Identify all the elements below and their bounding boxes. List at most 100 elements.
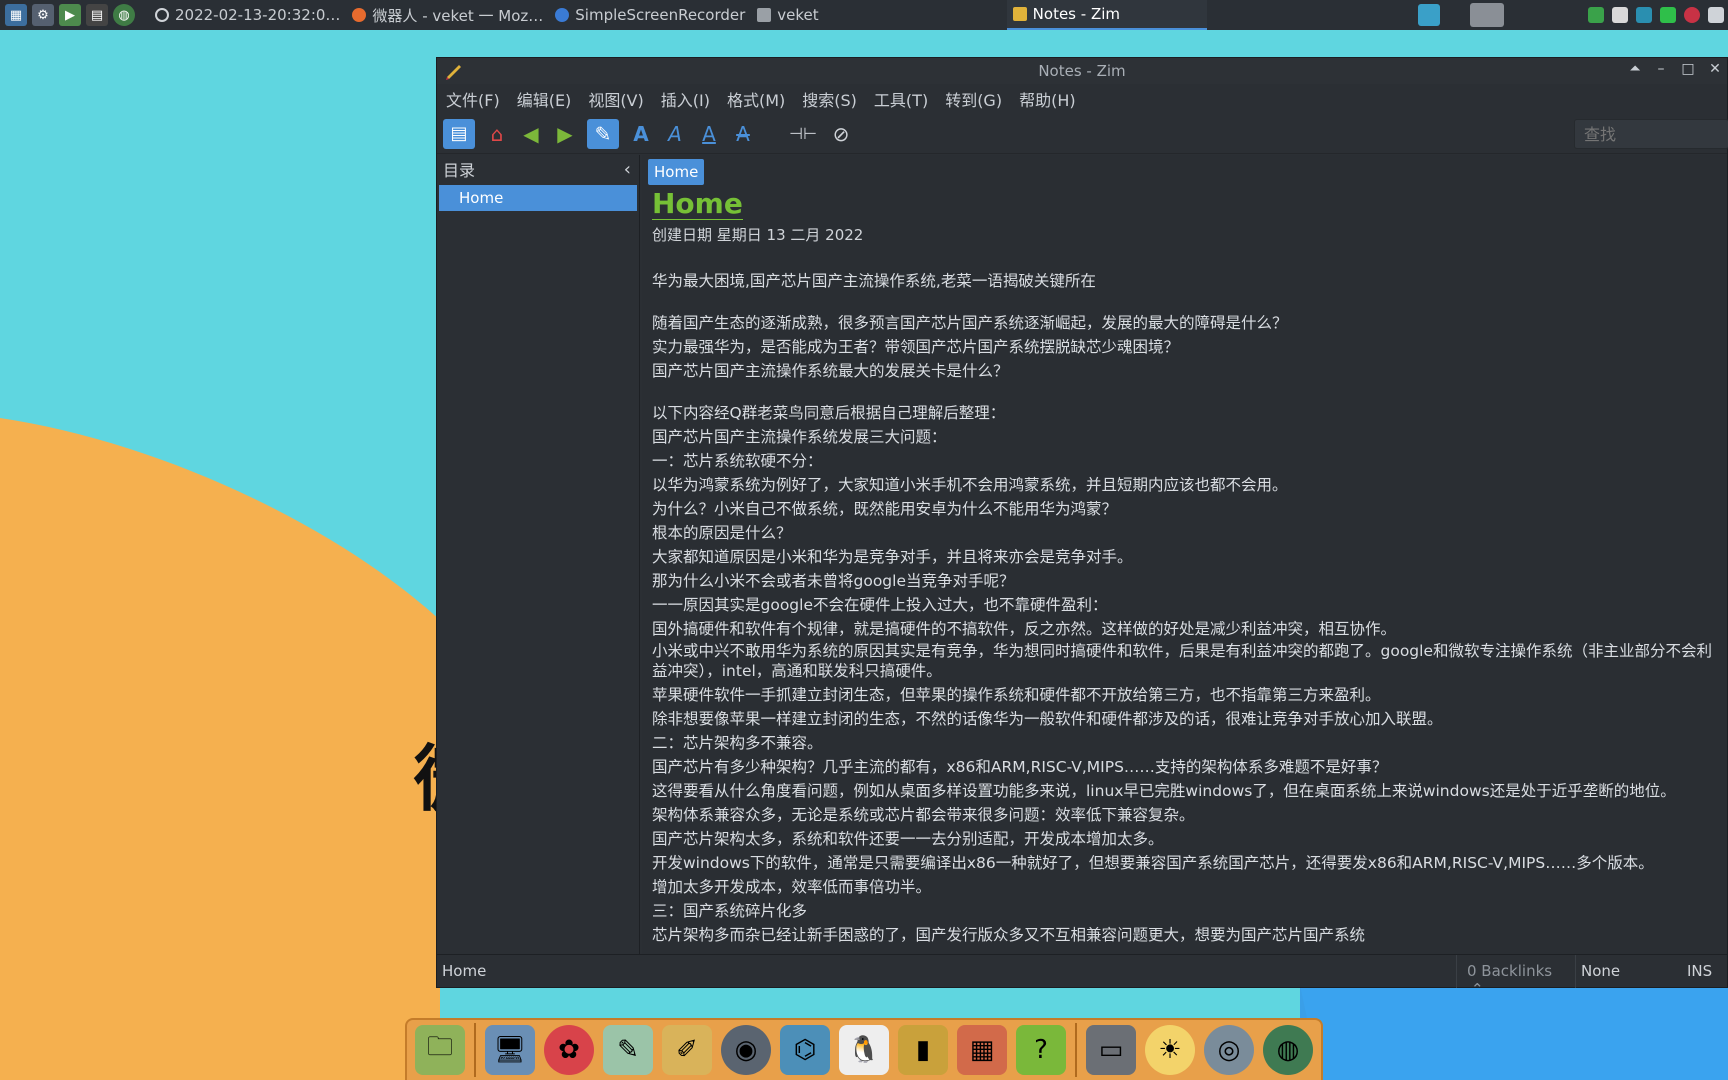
text-line: 增加太多开发成本，效率低而事倍功半。: [652, 878, 932, 896]
collapse-pane-icon[interactable]: ‹: [624, 159, 631, 180]
window-minimize-button[interactable]: –: [1651, 61, 1671, 77]
firefox-icon: [352, 8, 367, 22]
text-line: 大家都知道原因是小米和华为是竞争对手，并且将来亦会是竞争对手。: [652, 548, 1133, 566]
backlinks-button[interactable]: 0 Backlinks ⌃: [1456, 955, 1576, 998]
highlight-icon[interactable]: A: [693, 119, 725, 149]
task-recording[interactable]: 2022-02-13-20:32:0…: [149, 0, 346, 30]
text-line: 根本的原因是什么？: [652, 524, 792, 542]
battery-icon[interactable]: [1660, 7, 1676, 23]
italic-icon[interactable]: A: [659, 119, 691, 149]
book-icon[interactable]: ▮: [898, 1025, 948, 1075]
strikethrough-icon[interactable]: A: [727, 119, 759, 149]
zim-icon: [1012, 7, 1027, 21]
page-body[interactable]: Home 创建日期 星期日 13 二月 2022 华为最大困境,国产芯片国产主流…: [652, 189, 1723, 955]
recording-icon: [155, 8, 169, 22]
menu-file[interactable]: 文件(F): [446, 87, 500, 111]
window-titlebar[interactable]: Notes - Zim ⏶ – □ ✕: [437, 58, 1727, 84]
bold-icon[interactable]: A: [625, 119, 657, 149]
index-header: 目录 ‹: [437, 155, 639, 183]
task-label: veket: [777, 6, 819, 24]
menu-insert[interactable]: 插入(I): [661, 87, 710, 111]
media-player-icon[interactable]: ▶: [59, 4, 81, 26]
search-input[interactable]: [1574, 119, 1728, 149]
monitor-icon[interactable]: 🖥: [485, 1025, 535, 1075]
menu-view[interactable]: 视图(V): [588, 87, 643, 111]
chevron-up-icon: ⌃: [1471, 980, 1484, 998]
desktop-switcher-icon[interactable]: [1418, 4, 1440, 26]
breadcrumb[interactable]: Home: [648, 159, 705, 185]
network-icon[interactable]: ⌬: [780, 1025, 830, 1075]
task-screen-recorder[interactable]: SimpleScreenRecorder: [549, 0, 751, 30]
folder-icon: [757, 8, 772, 22]
menu-goto[interactable]: 转到(G): [945, 87, 1002, 111]
text-line: 芯片架构多而杂已经让新手困惑的了，国产发行版众多又不互相兼容问题更大，想要为国产…: [652, 926, 1366, 944]
toggle-index-button[interactable]: ▤: [443, 118, 475, 149]
penguin-icon[interactable]: 🐧: [839, 1025, 889, 1075]
file-manager-icon[interactable]: 🗀: [415, 1025, 465, 1075]
task-zim[interactable]: Notes - Zim: [1006, 0, 1207, 30]
task-label: Notes - Zim: [1032, 5, 1120, 23]
attach-icon[interactable]: ⊘: [825, 119, 857, 149]
task-firefox[interactable]: 微器人 - veket 一 Moz…: [346, 0, 549, 30]
index-item-home[interactable]: Home: [439, 185, 637, 211]
task-label: 2022-02-13-20:32:0…: [175, 6, 341, 24]
help-icon[interactable]: ?: [1016, 1025, 1066, 1075]
text-line: 一：芯片系统软硬不分：: [652, 452, 823, 470]
forward-arrow-icon[interactable]: ▶: [549, 119, 581, 149]
back-arrow-icon[interactable]: ◀: [515, 119, 547, 149]
shield-icon[interactable]: [1588, 7, 1604, 23]
sun-icon[interactable]: ☀: [1145, 1025, 1195, 1075]
editor-icon[interactable]: ✎: [603, 1025, 653, 1075]
menu-format[interactable]: 格式(M): [727, 87, 785, 111]
menu-edit[interactable]: 编辑(E): [517, 87, 572, 111]
window-maximize-button[interactable]: □: [1678, 61, 1698, 77]
menu-tools[interactable]: 工具(T): [874, 87, 928, 111]
text-line: 以华为鸿蒙系统为例好了，大家知道小米手机不会用鸿蒙系统，并且短期内应该也都不会用…: [652, 476, 1288, 494]
statusbar: Home 0 Backlinks ⌃ None INS: [437, 954, 1727, 998]
status-page: Home: [442, 962, 487, 980]
text-line: 这得要看从什么角度看问题，例如从桌面多样设置功能多来说，linux早已完胜win…: [652, 782, 1676, 800]
terminal-icon[interactable]: ▤: [86, 4, 108, 26]
window-close-button[interactable]: ✕: [1705, 61, 1725, 77]
insert-separator-icon[interactable]: ⊣⊢: [787, 119, 819, 149]
page-editor[interactable]: Home Home 创建日期 星期日 13 二月 2022 华为最大困境,国产芯…: [642, 155, 1727, 955]
disk-icon[interactable]: ◉: [721, 1025, 771, 1075]
created-date: 创建日期 星期日 13 二月 2022: [652, 226, 864, 244]
top-taskbar: ▦ ⚙ ▶ ▤ ◍ 2022-02-13-20:32:0… 微器人 - veke…: [0, 0, 1728, 30]
record-icon[interactable]: [1684, 7, 1700, 23]
clipboard-icon[interactable]: [1612, 7, 1628, 23]
text-line: 一一原因其实是google不会在硬件上投入过大，也不靠硬件盈利：: [652, 596, 1108, 614]
task-veket[interactable]: veket: [751, 0, 824, 30]
menu-help[interactable]: 帮助(H): [1019, 87, 1076, 111]
menu-search[interactable]: 搜索(S): [802, 87, 857, 111]
text-line: 苹果硬件软件一手抓建立封闭生态，但苹果的操作系统和硬件都不开放给第三方，也不指靠…: [652, 686, 1381, 704]
status-style[interactable]: None: [1581, 962, 1620, 980]
text-line: 国外搞硬件和软件有个规律，就是搞硬件的不搞软件，反之亦然。这样做的好处是减少利益…: [652, 620, 1397, 638]
tray-icon[interactable]: ▭: [1086, 1025, 1136, 1075]
planet-icon[interactable]: ◍: [1263, 1025, 1313, 1075]
browser-icon[interactable]: ◍: [113, 4, 135, 26]
text-line: 华为最大困境,国产芯片国产主流操作系统,老菜一语揭破关键所在: [652, 272, 1096, 290]
chart-icon[interactable]: ▦: [957, 1025, 1007, 1075]
text-line: 国产芯片国产主流操作系统发展三大问题：: [652, 428, 947, 446]
system-monitor-icon[interactable]: ▦: [5, 4, 27, 26]
text-line: 国产芯片国产主流操作系统最大的发展关卡是什么？: [652, 362, 1009, 380]
paint-icon[interactable]: ✐: [662, 1025, 712, 1075]
globe-icon[interactable]: ◎: [1204, 1025, 1254, 1075]
network-icon[interactable]: [1636, 7, 1652, 23]
recorder-icon: [555, 8, 570, 22]
index-title: 目录: [443, 161, 476, 180]
mascot-icon[interactable]: ✿: [544, 1025, 594, 1075]
toolbar: ▤ ⌂ ◀ ▶ ✎ A A A A ⊣⊢ ⊘: [437, 114, 1728, 154]
home-icon[interactable]: ⌂: [481, 119, 513, 149]
window-shade-button[interactable]: ⏶: [1625, 61, 1645, 77]
zim-window: Notes - Zim ⏶ – □ ✕ 文件(F) 编辑(E) 视图(V) 插入…: [436, 57, 1728, 998]
text-line: 小米或中兴不敢用华为系统的原因其实是有竞争，华为想同时搞硬件和软件，后果是有利益…: [652, 642, 1712, 680]
text-line: 随着国产生态的逐渐成熟，很多预言国产芯片国产系统逐渐崛起，发展的最大的障碍是什么…: [652, 314, 1288, 332]
text-line: 以下内容经Q群老菜鸟同意后根据自己理解后整理：: [652, 404, 1006, 422]
keyboard-icon[interactable]: [1708, 7, 1724, 23]
active-window-preview-icon[interactable]: [1470, 3, 1504, 27]
settings-icon[interactable]: ⚙: [32, 4, 54, 26]
edit-mode-icon[interactable]: ✎: [587, 118, 619, 149]
index-pane: 目录 ‹ Home: [437, 155, 640, 955]
